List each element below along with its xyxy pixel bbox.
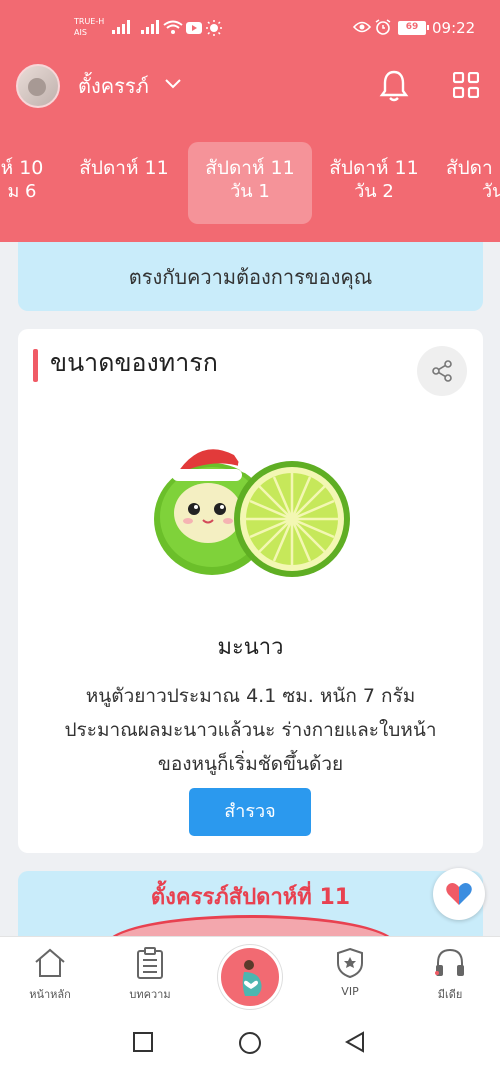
eye-comfort-icon [353, 21, 371, 33]
brightness-icon [206, 20, 222, 36]
vip-shield-icon [337, 947, 363, 979]
status-time: 09:22 [432, 19, 476, 37]
week-tab-day: วัน [482, 181, 500, 202]
fruit-description: หนูตัวยาวประมาณ 4.1 ซม. หนัก 7 กรัม ประม… [28, 679, 473, 781]
wifi-icon [163, 20, 183, 34]
clipboard-icon [137, 947, 163, 979]
week-tab-label: สัปดาห์ 11 [329, 157, 419, 179]
nav-vip-label: VIP [341, 985, 359, 998]
recents-icon[interactable] [132, 1031, 154, 1053]
system-nav-bar [0, 1014, 500, 1069]
week-tab[interactable]: สัปดาห์ 11 วัน 2 [318, 142, 430, 224]
week-tab-active[interactable]: สัปดาห์ 11 วัน 1 [188, 142, 312, 224]
carrier-label: TRUE-H AIS [74, 16, 104, 38]
alarm-icon [375, 19, 391, 35]
grid-menu-icon[interactable] [453, 72, 479, 98]
status-bar: TRUE-H AIS 69 09:22 [0, 0, 500, 56]
home-circle-icon[interactable] [238, 1031, 262, 1055]
nav-vip[interactable]: VIP [310, 947, 390, 998]
card-title: ขนาดของทารก [50, 348, 218, 377]
home-icon [35, 948, 65, 977]
battery-indicator: 69 [398, 21, 429, 35]
carrier-line1: TRUE-H [74, 17, 105, 26]
heart-badge[interactable] [433, 868, 485, 920]
share-icon [432, 360, 452, 382]
info-banner-text: ตรงกับความต้องการของคุณ [128, 265, 373, 289]
pregnant-icon [242, 960, 262, 996]
description-line: หนูตัวยาวประมาณ 4.1 ซม. หนัก 7 กรัม [85, 685, 416, 707]
description-line: ประมาณผลมะนาวแล้วนะ ร่างกายและใบหน้า [64, 719, 437, 741]
explore-button[interactable]: สำรวจ [189, 788, 311, 836]
week-tab[interactable]: ห์ 10 ม 6 [0, 142, 56, 224]
week-tab-label: สัปดาห์ 11 [205, 157, 295, 179]
fruit-name: มะนาว [217, 635, 284, 660]
week-tab[interactable]: สัปดา วัน [446, 142, 500, 224]
week-tab-label: ห์ 10 [0, 157, 44, 179]
nav-media[interactable]: มีเดีย [410, 947, 490, 1003]
back-triangle-icon[interactable] [344, 1031, 366, 1053]
title-accent-bar [33, 349, 38, 382]
headphones-icon [435, 948, 464, 976]
bottom-nav: หน้าหลัก บทความ VIP มีเดีย [0, 936, 500, 1014]
nav-articles[interactable]: บทความ [110, 947, 190, 1003]
heart-icon [446, 883, 472, 905]
carrier-line2: AIS [74, 28, 87, 37]
promo-title: ตั้งครรภ์สัปดาห์ที่ 11 [150, 885, 351, 910]
profile-name[interactable]: ตั้งครรภ์ [78, 71, 149, 101]
description-line: ของหนูก็เริ่มชัดขึ้นด้วย [157, 753, 344, 775]
week-tab-day: วัน 1 [230, 181, 270, 202]
youtube-icon [186, 22, 202, 34]
avatar[interactable] [16, 64, 60, 108]
week-tab[interactable]: สัปดาห์ 11 [68, 142, 180, 224]
share-button[interactable] [417, 346, 467, 396]
baby-size-card: ขนาดของทารก มะนาว หนูตัวยาวประมาณ 4.1 ซม… [18, 329, 483, 853]
chevron-down-icon[interactable] [164, 78, 182, 90]
week-tab-label: สัปดา [446, 157, 493, 179]
nav-articles-label: บทความ [129, 988, 171, 1001]
week-tab-label: สัปดาห์ 11 [79, 157, 169, 179]
nav-home-label: หน้าหลัก [29, 988, 71, 1001]
signal-icon [112, 20, 130, 34]
week-tab-day: ม 6 [7, 181, 37, 202]
week-selector: ห์ 10 ม 6 สัปดาห์ 11 สัปดาห์ 11 วัน 1 สั… [0, 140, 500, 226]
nav-home[interactable]: หน้าหลัก [10, 947, 90, 1003]
pregnancy-center-button[interactable] [218, 945, 282, 1009]
week-tab-day: วัน 2 [354, 181, 394, 202]
app-header: TRUE-H AIS 69 09:22 ตั้งครรภ์ ห์ 10 ม 6 … [0, 0, 500, 242]
signal-icon-2 [141, 20, 159, 34]
bell-icon[interactable] [379, 69, 409, 103]
lime-illustration [154, 449, 350, 577]
nav-media-label: มีเดีย [437, 988, 463, 1001]
